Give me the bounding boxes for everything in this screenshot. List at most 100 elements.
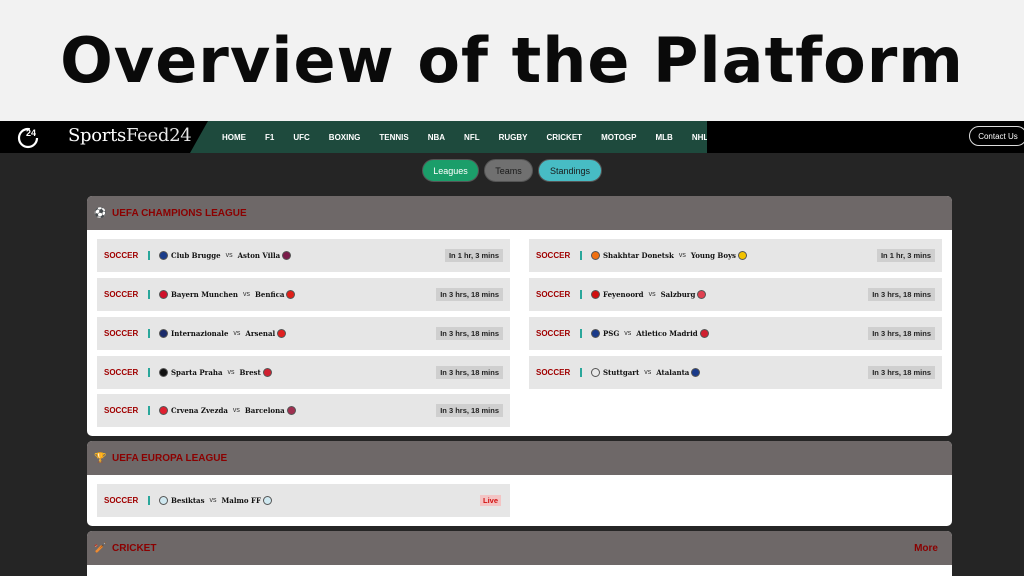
sport-label: SOCCER	[536, 329, 571, 338]
sport-label: SOCCER	[536, 290, 571, 299]
sport-label: SOCCER	[104, 251, 139, 260]
view-tabs: Leagues Teams Standings	[0, 159, 1024, 183]
home-team: Crvena Zvezda	[159, 406, 228, 415]
divider	[580, 368, 582, 377]
league-card-europa: 🏆 UEFA EUROPA LEAGUE SOCCER Besiktas vs …	[87, 441, 952, 526]
nav-ufc[interactable]: UFC	[293, 133, 309, 142]
away-team-name: Benfica	[255, 290, 285, 299]
match-row[interactable]: SOCCER Besiktas vs Malmo FF Live	[97, 484, 510, 517]
nav-nhl[interactable]: NHL	[692, 133, 707, 142]
league-header-europa[interactable]: 🏆 UEFA EUROPA LEAGUE	[87, 441, 952, 475]
vs-label: vs	[209, 497, 217, 504]
home-team-name: Club Brugge	[171, 251, 221, 260]
trophy-icon: 🏆	[94, 452, 107, 464]
contact-us-button[interactable]: Contact Us	[969, 126, 1024, 146]
nav-motogp[interactable]: MOTOGP	[601, 133, 636, 142]
home-team: Stuttgart	[591, 368, 639, 377]
match-row[interactable]: SOCCER PSG vs Atletico Madrid In 3 hrs, …	[529, 317, 942, 350]
tab-leagues[interactable]: Leagues	[422, 159, 479, 182]
match-row[interactable]: SOCCER Club Brugge vs Aston Villa In 1 h…	[97, 239, 510, 272]
away-team: Arsenal	[245, 329, 287, 338]
vs-label: vs	[624, 330, 632, 337]
home-team: Feyenoord	[591, 290, 644, 299]
aston-villa-crest-icon	[282, 251, 292, 260]
league-card-cricket: 🏏 CRICKET More	[87, 531, 952, 576]
vs-label: vs	[232, 407, 240, 414]
soccer-ball-icon: ⚽	[94, 207, 107, 219]
sport-label: SOCCER	[104, 406, 139, 415]
banner-title: Overview of the Platform	[60, 24, 964, 97]
nav-mlb[interactable]: MLB	[655, 133, 672, 142]
vs-label: vs	[644, 369, 652, 376]
sport-label: SOCCER	[104, 290, 139, 299]
sport-label: SOCCER	[104, 496, 139, 505]
bayern-crest-icon	[159, 290, 168, 299]
vs-label: vs	[225, 252, 233, 259]
kickoff-time: In 3 hrs, 18 mins	[436, 404, 503, 417]
home-team-name: Bayern Munchen	[171, 290, 239, 299]
atalanta-crest-icon	[691, 368, 701, 377]
league-title: UEFA EUROPA LEAGUE	[112, 452, 228, 464]
nav-nba[interactable]: NBA	[428, 133, 445, 142]
away-team: Aston Villa	[238, 251, 292, 260]
match-row[interactable]: SOCCER Crvena Zvezda vs Barcelona In 3 h…	[97, 394, 510, 427]
away-team: Benfica	[255, 290, 296, 299]
away-team: Salzburg	[661, 290, 707, 299]
logo-text-sports: Sports	[68, 125, 126, 146]
atletico-crest-icon	[699, 329, 709, 338]
tab-teams[interactable]: Teams	[484, 159, 533, 182]
match-row[interactable]: SOCCER Bayern Munchen vs Benfica In 3 hr…	[97, 278, 510, 311]
vs-label: vs	[227, 369, 235, 376]
inter-crest-icon	[159, 329, 168, 338]
away-team: Atalanta	[656, 368, 701, 377]
away-team-name: Brest	[239, 368, 261, 377]
nav-boxing[interactable]: BOXING	[329, 133, 361, 142]
psg-crest-icon	[591, 329, 600, 338]
sport-label: SOCCER	[104, 329, 139, 338]
match-row[interactable]: SOCCER Shakhtar Donetsk vs Young Boys In…	[529, 239, 942, 272]
more-link[interactable]: More	[914, 543, 938, 554]
home-team-name: Stuttgart	[603, 368, 640, 377]
live-badge: Live	[479, 495, 501, 506]
sparta-crest-icon	[159, 368, 168, 377]
vs-label: vs	[233, 330, 241, 337]
nav-nfl[interactable]: NFL	[464, 133, 480, 142]
besiktas-crest-icon	[159, 496, 168, 505]
nav-rugby[interactable]: RUGBY	[499, 133, 528, 142]
arsenal-crest-icon	[277, 329, 287, 338]
match-row[interactable]: SOCCER Internazionale vs Arsenal In 3 hr…	[97, 317, 510, 350]
match-row[interactable]: SOCCER Feyenoord vs Salzburg In 3 hrs, 1…	[529, 278, 942, 311]
home-team-name: Feyenoord	[603, 290, 644, 299]
nav-f1[interactable]: F1	[265, 133, 274, 142]
svg-text:24: 24	[26, 128, 36, 138]
league-header-cricket[interactable]: 🏏 CRICKET More	[87, 531, 952, 565]
young-boys-crest-icon	[738, 251, 747, 260]
match-row[interactable]: SOCCER Sparta Praha vs Brest In 3 hrs, 1…	[97, 356, 510, 389]
divider	[148, 496, 150, 505]
home-team: Besiktas	[159, 496, 205, 505]
home-team-name: Besiktas	[171, 496, 205, 505]
home-team-name: Sparta Praha	[171, 368, 223, 377]
cricket-bat-icon: 🏏	[94, 542, 107, 554]
league-title: UEFA CHAMPIONS LEAGUE	[112, 207, 247, 219]
nav-tennis[interactable]: TENNIS	[379, 133, 408, 142]
brest-crest-icon	[262, 368, 272, 377]
kickoff-time: In 3 hrs, 18 mins	[868, 288, 935, 301]
away-team-name: Young Boys	[690, 251, 736, 260]
feyenoord-crest-icon	[591, 290, 600, 299]
away-team: Atletico Madrid	[636, 329, 709, 338]
nav-home[interactable]: HOME	[222, 133, 246, 142]
away-team-name: Arsenal	[245, 329, 276, 338]
nav-cricket[interactable]: CRICKET	[547, 133, 583, 142]
match-row[interactable]: SOCCER Stuttgart vs Atalanta In 3 hrs, 1…	[529, 356, 942, 389]
league-header-champions[interactable]: ⚽ UEFA CHAMPIONS LEAGUE	[87, 196, 952, 230]
tab-standings[interactable]: Standings	[538, 159, 602, 182]
home-team: Shakhtar Donetsk	[591, 251, 674, 260]
logo-24-icon[interactable]: 24	[17, 125, 43, 149]
away-team: Malmo FF	[222, 496, 272, 505]
away-team-name: Salzburg	[660, 290, 696, 299]
top-navbar: 24 SportsFeed24 HOME F1 UFC BOXING TENNI…	[0, 121, 1024, 153]
kickoff-time: In 3 hrs, 18 mins	[436, 366, 503, 379]
site-logo[interactable]: SportsFeed24	[68, 125, 192, 146]
crvena-zvezda-crest-icon	[159, 406, 168, 415]
